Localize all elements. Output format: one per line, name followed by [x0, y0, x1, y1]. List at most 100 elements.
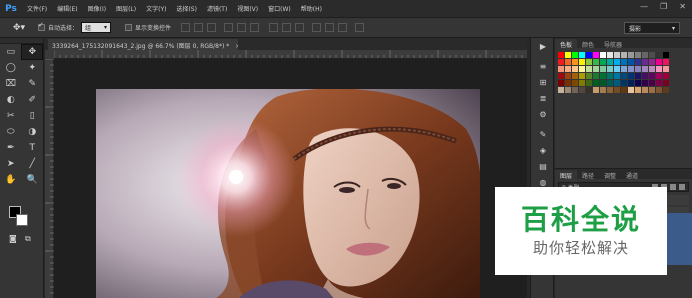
tool-button-icon[interactable]: ◯ — [0, 60, 22, 76]
color-swatch[interactable] — [558, 59, 564, 65]
color-swatch[interactable] — [656, 59, 662, 65]
document-tab[interactable]: 3339264_1751320916​43_2.jpg @ 66.7% (图层 … — [48, 39, 238, 50]
color-swatch[interactable] — [593, 73, 599, 79]
panel-toggle-icon[interactable]: ⊞ — [531, 74, 555, 90]
color-swatch[interactable] — [642, 52, 648, 58]
color-swatch[interactable] — [621, 52, 627, 58]
minimize-icon[interactable]: — — [640, 2, 648, 11]
color-swatch[interactable] — [614, 80, 620, 86]
color-swatch[interactable] — [642, 87, 648, 93]
color-swatch[interactable] — [656, 52, 662, 58]
color-swatch[interactable] — [621, 87, 627, 93]
menu-item[interactable]: 视图(V) — [232, 4, 263, 13]
panel-toggle-icon[interactable]: ✎ — [531, 126, 555, 142]
color-swatch[interactable] — [642, 73, 648, 79]
color-swatch[interactable] — [621, 59, 627, 65]
color-swatch[interactable] — [586, 80, 592, 86]
distribute-hcenter-icon[interactable] — [325, 23, 335, 32]
tool-button-icon[interactable]: ╱ — [22, 156, 44, 172]
color-swatch[interactable] — [565, 87, 571, 93]
horizontal-ruler[interactable] — [54, 50, 527, 59]
color-swatch[interactable] — [649, 87, 655, 93]
color-swatch[interactable] — [663, 52, 669, 58]
color-swatch[interactable] — [649, 66, 655, 72]
color-swatch[interactable] — [572, 66, 578, 72]
tool-button-icon[interactable]: ▯ — [22, 108, 44, 124]
menu-item[interactable]: 图层(L) — [111, 4, 141, 13]
tool-button-icon[interactable]: ◐ — [0, 92, 22, 108]
color-swatch[interactable] — [607, 66, 613, 72]
color-swatch[interactable] — [607, 73, 613, 79]
align-vcenter-icon[interactable] — [194, 23, 204, 32]
tool-button-icon[interactable]: ✂ — [0, 108, 22, 124]
color-swatch[interactable] — [565, 59, 571, 65]
color-swatch[interactable] — [565, 80, 571, 86]
color-swatch[interactable] — [593, 80, 599, 86]
color-swatch[interactable] — [607, 87, 613, 93]
color-swatch[interactable] — [663, 73, 669, 79]
color-swatch[interactable] — [642, 80, 648, 86]
color-swatch[interactable] — [586, 73, 592, 79]
color-swatch[interactable] — [607, 52, 613, 58]
restore-icon[interactable]: ❐ — [660, 2, 667, 11]
tool-button-icon[interactable]: ➤ — [0, 156, 22, 172]
color-swatch[interactable] — [579, 80, 585, 86]
color-swatch[interactable] — [593, 59, 599, 65]
panel-toggle-icon[interactable]: ◈ — [531, 142, 555, 158]
color-swatch[interactable] — [628, 52, 634, 58]
menu-item[interactable]: 窗口(W) — [263, 4, 296, 13]
color-swatch[interactable] — [663, 80, 669, 86]
auto-align-icon[interactable] — [355, 23, 365, 32]
color-swatch[interactable] — [572, 87, 578, 93]
color-swatch[interactable] — [558, 87, 564, 93]
tool-button-icon[interactable]: ⌧ — [0, 76, 22, 92]
distribute-right-icon[interactable] — [338, 23, 348, 32]
color-swatch[interactable] — [586, 66, 592, 72]
color-swatch[interactable] — [628, 66, 634, 72]
color-swatch[interactable] — [649, 73, 655, 79]
align-top-icon[interactable] — [181, 23, 191, 32]
color-swatch[interactable] — [593, 87, 599, 93]
distribute-bottom-icon[interactable] — [295, 23, 305, 32]
auto-select-dropdown[interactable]: 组 ▾ — [81, 22, 112, 33]
color-swatch[interactable] — [579, 59, 585, 65]
menu-item[interactable]: 滤镜(T) — [202, 4, 232, 13]
color-swatch[interactable] — [628, 59, 634, 65]
color-swatch[interactable] — [614, 66, 620, 72]
tool-button-icon[interactable]: ✥ — [21, 44, 43, 60]
move-tool-preset-icon[interactable]: ✥▾ — [8, 21, 30, 35]
color-swatch[interactable] — [642, 59, 648, 65]
document-image[interactable] — [96, 89, 480, 298]
color-swatch[interactable] — [635, 87, 641, 93]
panel-toggle-icon[interactable]: ⚙ — [531, 106, 555, 122]
panel-tab[interactable]: 导航器 — [599, 39, 627, 49]
color-swatch[interactable] — [572, 59, 578, 65]
panel-tab[interactable]: 颜色 — [577, 39, 599, 49]
color-swatch[interactable] — [614, 73, 620, 79]
panel-toggle-icon[interactable]: ▶ — [531, 38, 555, 54]
filter-type-icon[interactable] — [670, 184, 676, 190]
tool-button-icon[interactable]: ✋ — [0, 172, 22, 188]
color-swatch[interactable] — [635, 80, 641, 86]
color-swatch[interactable] — [621, 80, 627, 86]
align-hcenter-icon[interactable] — [237, 23, 247, 32]
quick-mask-icon[interactable]: ◙ — [9, 234, 17, 243]
panel-tab[interactable]: 通道 — [621, 170, 643, 180]
panel-toggle-icon[interactable]: ≣ — [531, 90, 555, 106]
menu-item[interactable]: 选择(S) — [171, 4, 202, 13]
panel-tab[interactable]: 调整 — [599, 170, 621, 180]
color-swatch[interactable] — [572, 52, 578, 58]
auto-select-checkbox[interactable]: 自动选择： — [38, 21, 78, 32]
color-swatch[interactable] — [614, 87, 620, 93]
close-icon[interactable]: ✕ — [679, 2, 686, 11]
panel-toggle-icon[interactable]: ▤ — [531, 158, 555, 174]
filter-shape-icon[interactable] — [679, 184, 685, 190]
vertical-ruler[interactable] — [45, 58, 54, 298]
color-swatch[interactable] — [635, 66, 641, 72]
color-swatch[interactable] — [558, 80, 564, 86]
selected-layer-row[interactable] — [664, 213, 692, 265]
panel-toggle-icon[interactable]: ≡ — [531, 58, 555, 74]
color-swatch[interactable] — [663, 87, 669, 93]
color-swatch[interactable] — [663, 66, 669, 72]
color-swatch[interactable] — [558, 73, 564, 79]
